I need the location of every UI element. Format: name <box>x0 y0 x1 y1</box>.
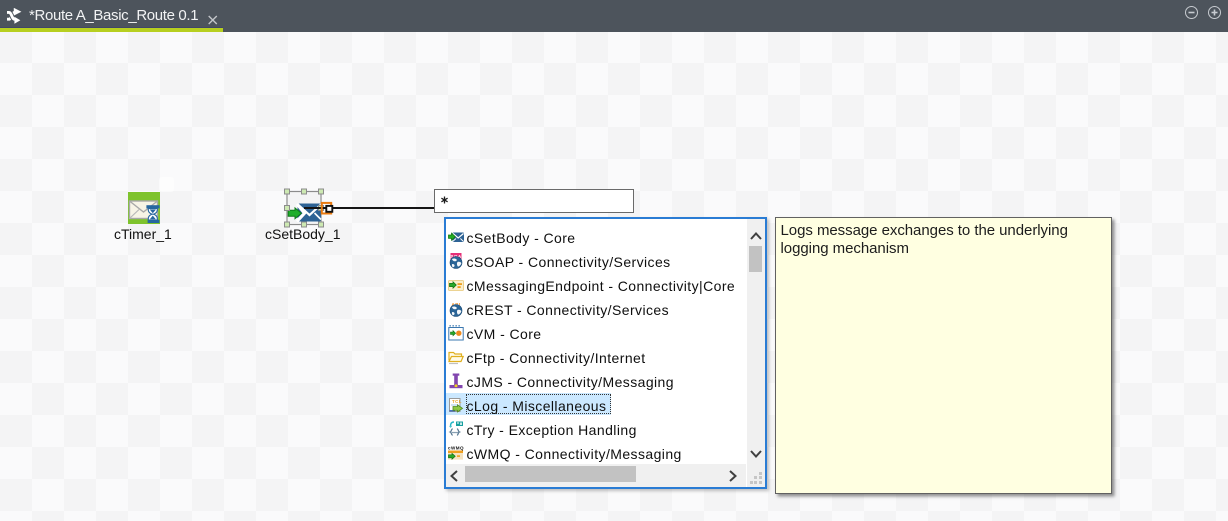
svg-text:cWMQ: cWMQ <box>448 446 464 451</box>
svg-text:TCL: TCL <box>452 399 462 404</box>
